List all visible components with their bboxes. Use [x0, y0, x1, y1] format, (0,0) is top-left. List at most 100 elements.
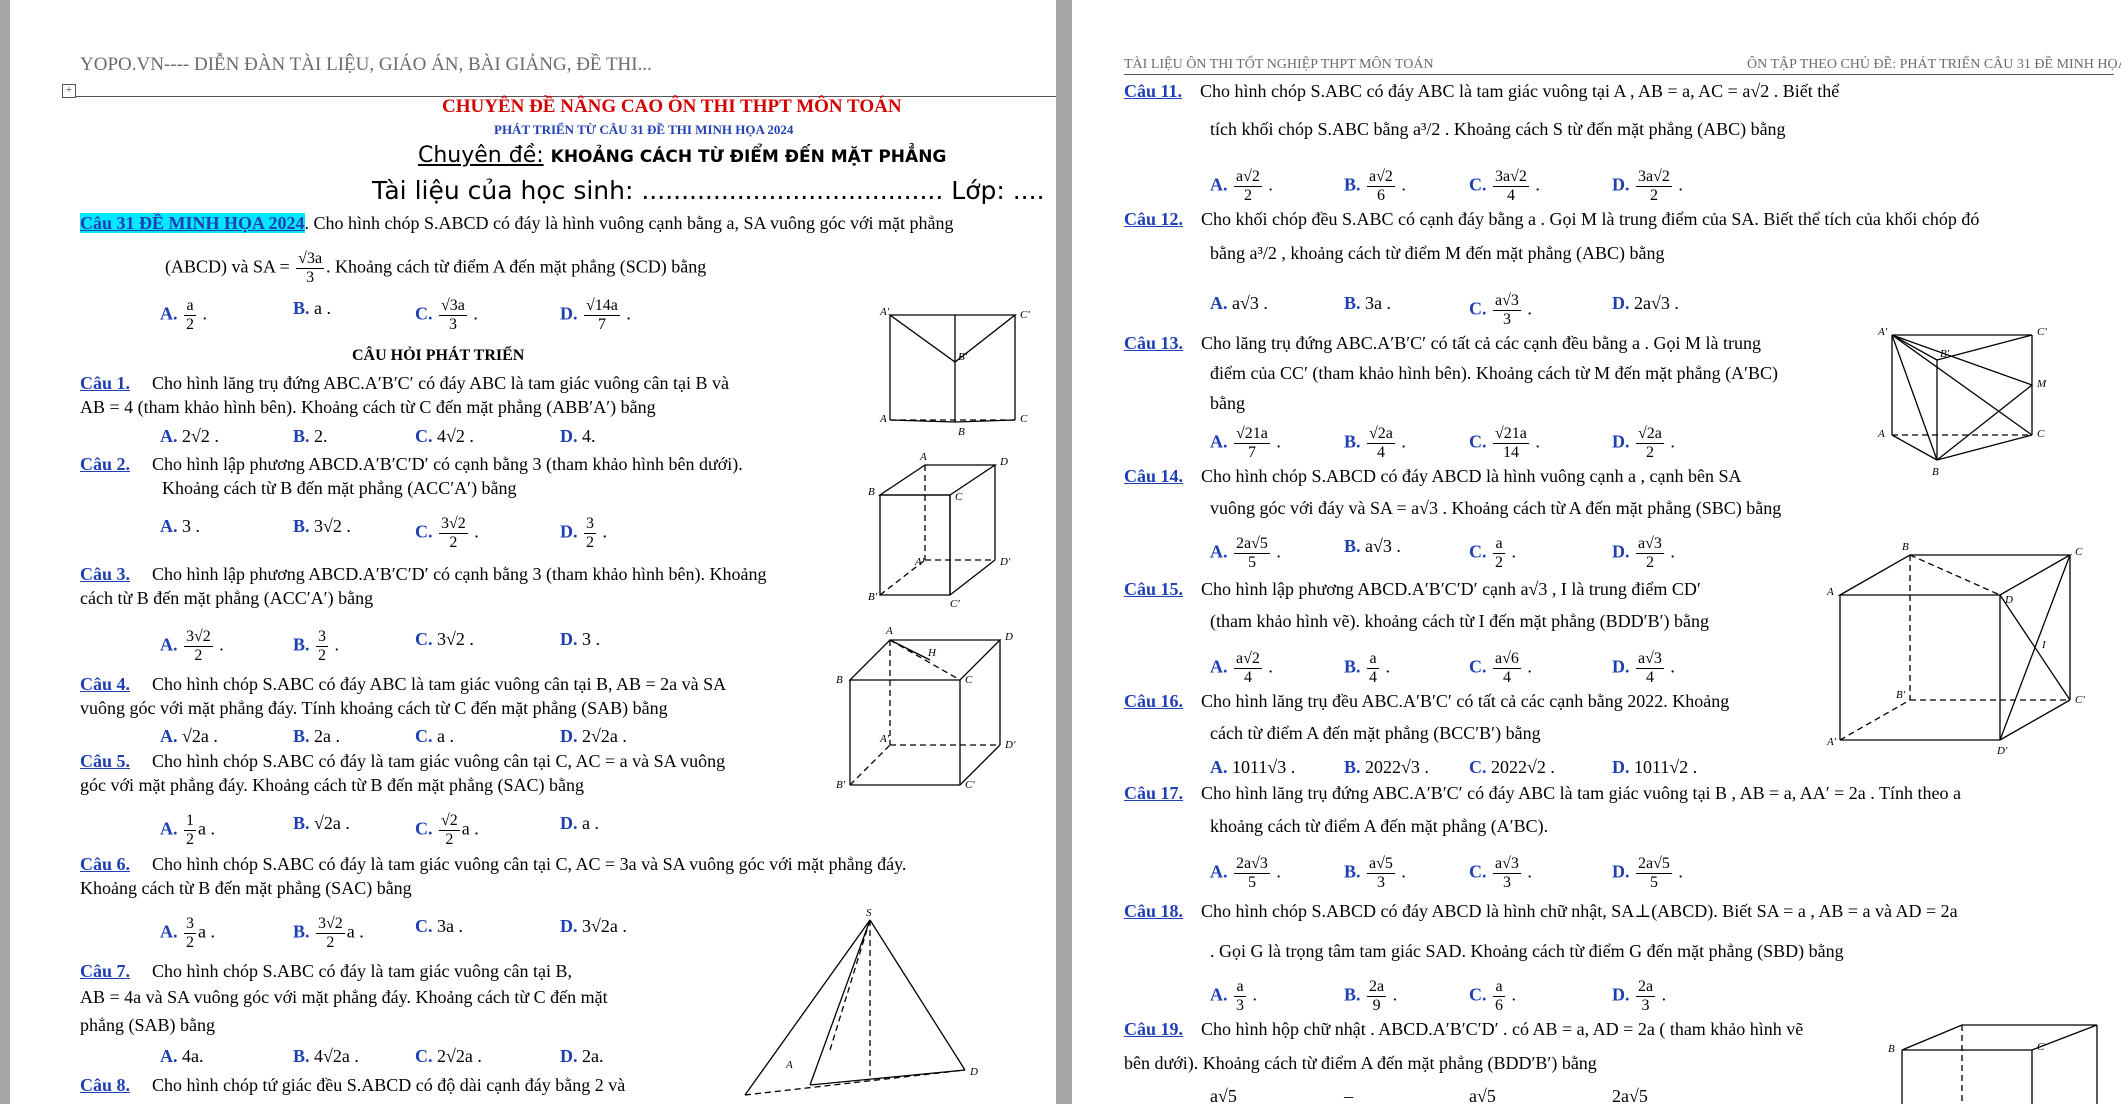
question-number: Câu 15.	[1124, 579, 1184, 599]
question-number: Câu 18.	[1124, 901, 1184, 921]
answer-option: B. 2a .	[293, 726, 341, 746]
answer-option: D. a√3 2 .	[1612, 535, 1675, 571]
fraction: √3a 3	[296, 250, 325, 286]
question-line: Câu 15. Cho hình lập phương ABCD.A′B′C′D′…	[1124, 579, 1701, 599]
answer-option: B. 3a .	[1344, 293, 1392, 313]
question-line: Câu 2. Cho hình lập phương ABCD.A′B′C′D′ …	[80, 454, 743, 474]
main-question-label: Câu 31 ĐỀ MINH HỌA 2024	[80, 213, 305, 233]
svg-text:B: B	[1902, 541, 1909, 553]
svg-text:C': C'	[1020, 309, 1030, 321]
fraction: 12	[184, 812, 196, 848]
question-line: vuông góc với đáy và SA = a√3 . Khoảng c…	[1210, 498, 1782, 518]
question-line: Câu 6. Cho hình chóp S.ABC có đáy là tam …	[80, 854, 907, 874]
fraction: 32	[184, 915, 196, 951]
svg-text:D: D	[969, 1066, 978, 1078]
box-figure-q19: BC	[1888, 1024, 2098, 1104]
svg-text:C: C	[2037, 428, 2045, 440]
answer-option: A. 4a.	[160, 1046, 204, 1066]
cube-figure-2: A D H B C A' D' B' C'	[836, 625, 1016, 791]
answer-option: a√5	[1469, 1086, 1496, 1104]
question-line: phẳng (SAB) bằng	[80, 1015, 215, 1035]
svg-text:C': C'	[2037, 326, 2047, 338]
svg-text:B: B	[836, 674, 843, 686]
svg-text:B: B	[868, 486, 875, 498]
main-question-line1: Câu 31 ĐỀ MINH HỌA 2024. Cho hình chóp S…	[80, 212, 953, 234]
fraction: a√2 4	[1234, 650, 1262, 686]
page-header-left: TÀI LIỆU ÔN THI TỐT NGHIỆP THPT MÔN TOÁN	[1124, 57, 1434, 72]
question-number: Câu 3.	[80, 564, 131, 584]
topic-line: Chuyên đề: KHOẢNG CÁCH TỪ ĐIỂM ĐẾN MẶT P…	[418, 142, 946, 171]
question-line: AB = 4 (tham khảo hình bên). Khoảng cách…	[80, 397, 656, 417]
answer-option: A. a√2 2 .	[1210, 168, 1273, 204]
answer-option: A. a2 .	[160, 297, 207, 333]
fraction: 3√2 2	[439, 515, 468, 551]
svg-text:B': B'	[1896, 689, 1906, 701]
answer-option: A. a3 .	[1210, 978, 1257, 1014]
answer-option: C. a6 .	[1469, 978, 1516, 1014]
fraction: a4	[1367, 650, 1380, 686]
question-number: Câu 19.	[1124, 1019, 1184, 1039]
svg-text:S: S	[866, 907, 872, 919]
main-question-line2: (ABCD) và SA = √3a 3. Khoảng cách từ điểm…	[165, 250, 707, 286]
svg-text:B: B	[1932, 466, 1939, 478]
table-anchor-icon[interactable]: +	[62, 84, 76, 98]
svg-text:I: I	[2041, 639, 2047, 651]
question-line: Câu 17. Cho hình lăng trụ đứng ABC.A′B′C′…	[1124, 783, 1961, 803]
fraction: 32	[316, 628, 329, 664]
answer-option: A. a√3 .	[1210, 293, 1268, 313]
question-number: Câu 13.	[1124, 333, 1184, 353]
cube-figure-q15: B C A D I B' C' A' D'	[1826, 541, 2085, 757]
answer-option: B. a√2 6 .	[1344, 168, 1406, 204]
fraction: 2a√3 5	[1234, 855, 1270, 891]
answer-option: D. 3a√2 2 .	[1612, 168, 1683, 204]
fraction: 3√2 2	[316, 915, 345, 951]
answer-option: B. 3√2 2 a .	[293, 915, 364, 951]
fraction: √21a 14	[1493, 425, 1529, 461]
answer-option: C. 3a√2 4 .	[1469, 168, 1540, 204]
answer-option: D. 3 .	[560, 629, 600, 649]
svg-text:A': A'	[1826, 736, 1837, 748]
answer-option: B. √2a 4 .	[1344, 425, 1406, 461]
answer-option: B. 2.	[293, 426, 328, 446]
svg-text:D': D'	[1996, 745, 2008, 757]
answer-option: A. 32a .	[160, 915, 215, 951]
svg-text:D: D	[999, 456, 1008, 468]
question-number: Câu 16.	[1124, 691, 1184, 711]
svg-text:B': B'	[958, 351, 968, 363]
answer-option: A. √2a .	[160, 726, 218, 746]
answer-option: C. 4√2 .	[415, 426, 474, 446]
answer-option: B. 2022√3 .	[1344, 757, 1429, 777]
svg-text:B': B'	[1940, 348, 1950, 360]
answer-option: B. 4√2a .	[293, 1046, 359, 1066]
student-line: Tài liệu của học sinh: .................…	[372, 176, 1045, 205]
fraction: 2a 3	[1636, 978, 1656, 1014]
answer-option: D. 32 .	[560, 515, 607, 551]
document-page-right: TÀI LIỆU ÔN THI TỐT NGHIỆP THPT MÔN TOÁN…	[1072, 0, 2121, 1104]
answer-option: B. 32 .	[293, 628, 340, 664]
answer-option: D. 2a√5 5 .	[1612, 855, 1683, 891]
svg-text:C: C	[965, 674, 973, 686]
answer-option: D. 1011√2 .	[1612, 757, 1698, 777]
section-title: CÂU HỎI PHÁT TRIỂN	[352, 347, 525, 364]
answer-option: a√5	[1210, 1086, 1237, 1104]
pyramid-figure: S A D	[744, 907, 978, 1096]
question-line: khoảng cách từ điểm A đến mặt phẳng (A′B…	[1210, 816, 1549, 836]
cube-figure-1: B A D C A' D' B' C'	[868, 451, 1011, 610]
question-line: cách từ điểm A đến mặt phẳng (BCC′B′) bằ…	[1210, 723, 1541, 743]
svg-text:B': B'	[868, 591, 878, 603]
answer-option: –	[1344, 1086, 1353, 1104]
question-line: điểm của CC′ (tham khảo hình bên). Khoản…	[1210, 363, 1779, 383]
topic-label: Chuyên đề:	[418, 143, 544, 168]
question-line: bên dưới). Khoảng cách từ điểm A đến mặt…	[1124, 1053, 1597, 1073]
fraction: a2	[184, 297, 196, 333]
prism-figure: A' C' B' A C B	[879, 306, 1030, 438]
question-line: Câu 7. Cho hình chóp S.ABC có đáy là tam …	[80, 961, 572, 981]
prism-figure-q13: A' C' B' M A C B	[1877, 326, 2047, 478]
svg-text:A': A'	[914, 556, 925, 568]
answer-option: C. a .	[415, 726, 454, 746]
svg-text:C: C	[955, 491, 963, 503]
question-line: Câu 4. Cho hình chóp S.ABC có đáy ABC là …	[80, 674, 727, 694]
answer-option: C. 3√2 2 .	[415, 515, 479, 551]
answer-option: 2a√5	[1612, 1086, 1648, 1104]
answer-option: C. 2022√2 .	[1469, 757, 1555, 777]
